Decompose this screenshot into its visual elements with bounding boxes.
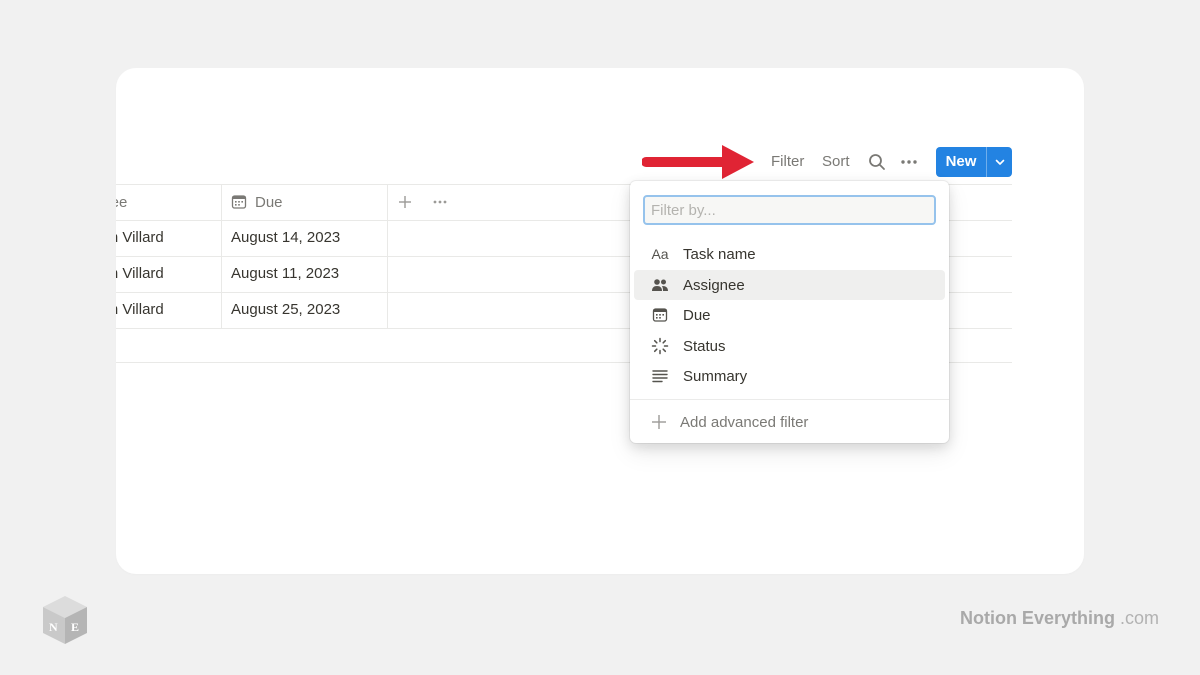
menu-divider xyxy=(630,399,949,400)
filter-option-label: Due xyxy=(683,307,711,324)
due-date-cell[interactable]: August 11, 2023 xyxy=(231,256,339,292)
column-divider xyxy=(221,184,222,328)
filter-option-status[interactable]: Status xyxy=(634,331,945,361)
calendar-icon xyxy=(231,194,247,210)
more-horizontal-icon xyxy=(432,194,448,210)
calendar-icon xyxy=(650,305,670,325)
more-options-icon[interactable] xyxy=(900,153,918,171)
new-dropdown-button[interactable] xyxy=(987,147,1012,177)
brand-tld: .com xyxy=(1120,608,1159,628)
column-options-button[interactable] xyxy=(432,184,448,220)
filter-option-label: Task name xyxy=(683,246,756,263)
search-icon[interactable] xyxy=(868,153,886,171)
add-property-button[interactable] xyxy=(398,184,412,220)
add-advanced-filter-label: Add advanced filter xyxy=(680,414,808,431)
assignee-cell[interactable]: ntin Villard xyxy=(116,292,164,328)
chevron-down-icon xyxy=(994,156,1006,168)
column-header-due[interactable]: Due xyxy=(231,184,283,220)
status-spinner-icon xyxy=(650,336,670,356)
column-divider xyxy=(387,184,388,328)
notion-everything-logo: N E xyxy=(40,594,90,646)
filter-dropdown: Aa Task name Assignee Due xyxy=(630,181,949,443)
text-aa-icon: Aa xyxy=(650,244,670,264)
column-header-assignee[interactable]: gnee xyxy=(116,184,214,220)
filter-search-input[interactable] xyxy=(643,195,936,225)
filter-button[interactable]: Filter xyxy=(771,150,804,174)
svg-text:E: E xyxy=(71,620,79,634)
filter-option-task-name[interactable]: Aa Task name xyxy=(634,239,945,269)
new-button-group: New xyxy=(936,147,1012,177)
new-button[interactable]: New xyxy=(936,147,986,177)
column-header-label: gnee xyxy=(116,194,127,211)
assignee-cell[interactable]: ntin Villard xyxy=(116,256,164,292)
filter-option-summary[interactable]: Summary xyxy=(634,361,945,391)
add-advanced-filter-button[interactable]: Add advanced filter xyxy=(634,407,945,437)
people-icon xyxy=(650,275,670,295)
lines-icon xyxy=(650,366,670,386)
filter-option-assignee[interactable]: Assignee xyxy=(634,270,945,300)
brand-name: Notion Everything xyxy=(960,608,1115,628)
sort-button[interactable]: Sort xyxy=(822,150,850,174)
filter-option-label: Assignee xyxy=(683,277,745,294)
column-header-label: Due xyxy=(255,194,283,211)
due-date-cell[interactable]: August 14, 2023 xyxy=(231,220,340,256)
assignee-cell[interactable]: ntin Villard xyxy=(116,220,164,256)
due-date-cell[interactable]: August 25, 2023 xyxy=(231,292,340,328)
filter-option-label: Summary xyxy=(683,368,747,385)
filter-option-due[interactable]: Due xyxy=(634,300,945,330)
annotation-arrow-icon xyxy=(642,143,756,181)
plus-icon xyxy=(650,413,668,431)
filter-option-label: Status xyxy=(683,338,726,355)
plus-icon xyxy=(398,195,412,209)
svg-text:N: N xyxy=(49,620,58,634)
brand-wordmark: Notion Everything .com xyxy=(960,608,1159,629)
